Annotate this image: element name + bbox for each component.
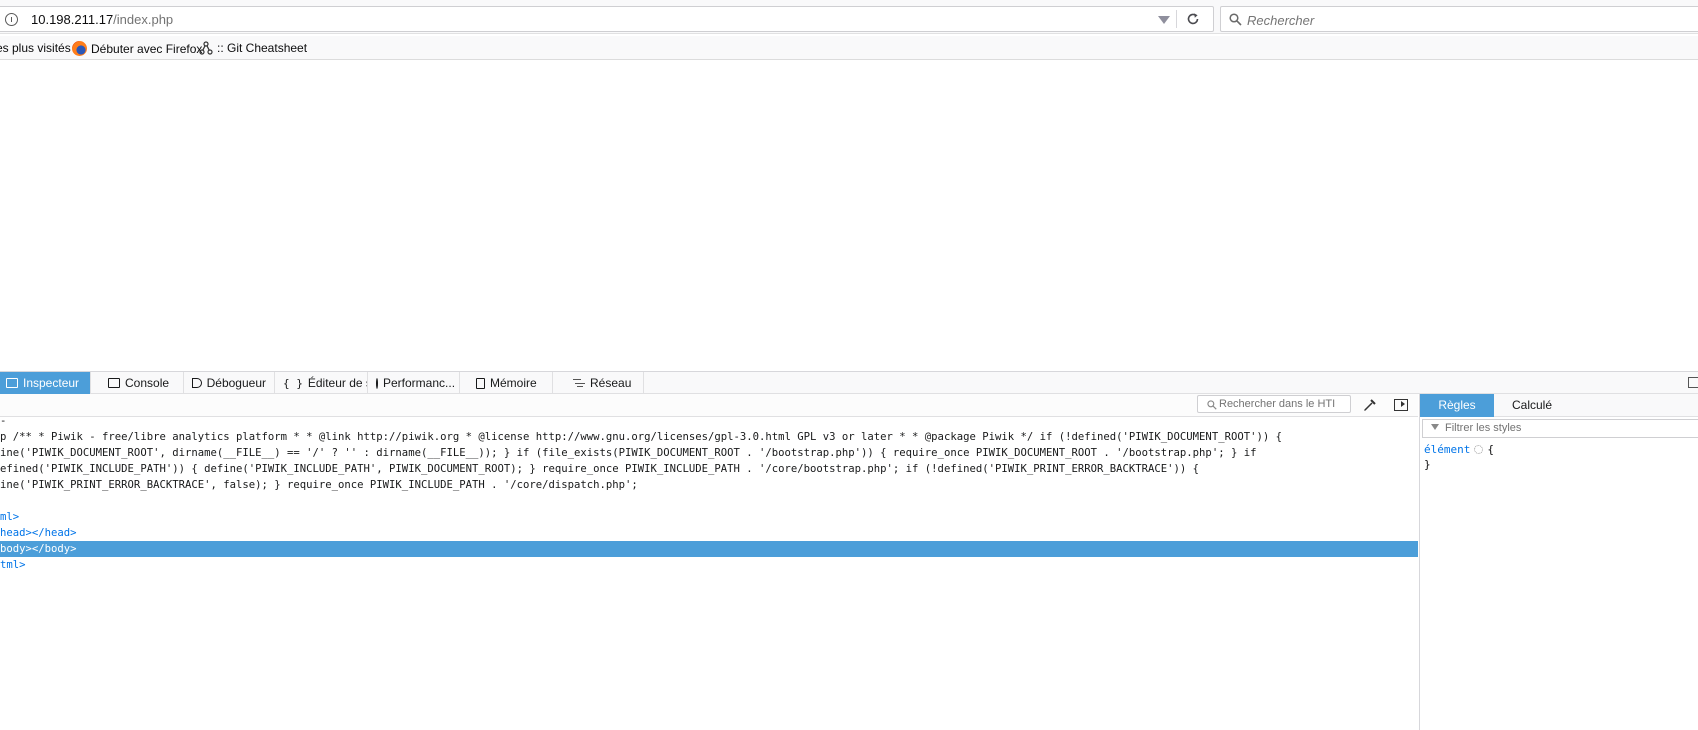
rule-close-brace: } (1424, 458, 1431, 471)
tab-label: Débogueur (206, 376, 266, 390)
tab-inspector[interactable]: Inspecteur (0, 372, 91, 394)
tag-text: body></body> (0, 543, 77, 555)
element-rule: élément { } (1424, 442, 1494, 472)
bookmark-label: es plus visités (0, 41, 71, 55)
url-bar[interactable]: 10.198.211.17/index.php (0, 6, 1214, 32)
markup-line[interactable]: - (0, 417, 6, 429)
page-content (0, 61, 1698, 371)
search-icon (1207, 400, 1217, 410)
markup-node-html-open[interactable]: ml> (0, 509, 19, 525)
devtools-panel: Inspecteur Console Débogueur { } Éditeur… (0, 371, 1698, 730)
filter-placeholder: Filtrer les styles (1445, 422, 1522, 434)
sidebar-tab-bar: Règles Calculé (1420, 394, 1698, 417)
markup-node-head[interactable]: head></head> (0, 525, 77, 541)
url-path: /index.php (113, 12, 174, 27)
network-icon (573, 378, 585, 388)
url-history-dropdown-icon[interactable] (1158, 16, 1170, 24)
tab-memory[interactable]: Mémoire (460, 372, 553, 394)
bookmark-label: Débuter avec Firefox (91, 41, 203, 56)
sidebar-toggle-icon[interactable] (1394, 399, 1408, 411)
devtools-tab-bar: Inspecteur Console Débogueur { } Éditeur… (0, 372, 1698, 394)
bookmark-label: :: Git Cheatsheet (217, 41, 308, 55)
tab-computed[interactable]: Calculé (1494, 394, 1570, 417)
inspector-icon (6, 378, 18, 388)
console-icon (108, 378, 120, 388)
tab-console[interactable]: Console (100, 372, 184, 394)
markup-node-body-selected[interactable]: body></body> (0, 541, 1418, 557)
markup-view: - p /** * Piwik - free/libre analytics p… (0, 417, 1418, 730)
eyedropper-icon[interactable] (1363, 398, 1377, 412)
html-search-input[interactable]: Rechercher dans le HTI (1197, 395, 1351, 413)
performance-icon (376, 377, 378, 389)
bookmark-getting-started[interactable]: Débuter avec Firefox (72, 41, 202, 56)
markup-line[interactable]: p /** * Piwik - free/libre analytics pla… (0, 429, 1282, 445)
markup-toolbar: Rechercher dans le HTI (0, 394, 1418, 417)
markup-node-html-close[interactable]: tml> (0, 557, 26, 573)
info-icon[interactable] (5, 13, 18, 26)
tab-performance[interactable]: Performanc... (368, 372, 460, 394)
gear-icon[interactable] (1474, 445, 1484, 454)
tag-text: tml> (0, 559, 26, 571)
tab-label: Mémoire (490, 376, 537, 390)
rule-selector: élément (1424, 443, 1471, 456)
bookmark-most-visited[interactable]: es plus visités (0, 41, 71, 55)
rule-open-brace: { (1487, 443, 1494, 456)
markup-line[interactable]: efined('PIWIK_INCLUDE_PATH')) { define('… (0, 461, 1199, 477)
debugger-icon (192, 378, 202, 388)
bookmark-git-cheatsheet[interactable]: :: Git Cheatsheet (199, 41, 307, 55)
tab-style-editor[interactable]: { } Éditeur de s... (275, 372, 368, 394)
tab-label: Réseau (590, 376, 632, 390)
tab-rules[interactable]: Règles (1420, 394, 1494, 417)
style-editor-icon: { } (283, 376, 303, 390)
url-separator (1176, 10, 1177, 28)
search-placeholder: Rechercher (1247, 13, 1315, 28)
reload-icon[interactable] (1186, 12, 1200, 26)
url-text[interactable]: 10.198.211.17/index.php (31, 12, 173, 27)
search-bar[interactable]: Rechercher (1220, 6, 1698, 32)
search-icon (1229, 13, 1242, 26)
filter-styles-input[interactable]: Filtrer les styles (1422, 419, 1698, 438)
tag-text: head></head> (0, 527, 77, 539)
navigation-toolbar: 10.198.211.17/index.php Rechercher (0, 0, 1698, 34)
firefox-icon (72, 41, 87, 56)
tag-text: ml> (0, 511, 20, 523)
filter-icon (1431, 424, 1439, 430)
tab-debugger[interactable]: Débogueur (184, 372, 275, 394)
memory-icon (476, 377, 485, 389)
tab-label: Console (125, 376, 170, 390)
dock-options-icon[interactable] (1688, 377, 1698, 388)
markup-line[interactable]: ine('PIWIK_DOCUMENT_ROOT', dirname(__FIL… (0, 445, 1256, 461)
tab-network[interactable]: Réseau (553, 372, 644, 394)
tab-label: Performanc... (383, 376, 456, 390)
tab-label: Éditeur de s... (307, 376, 367, 390)
bookmarks-toolbar: es plus visités Débuter avec Firefox :: … (0, 36, 1698, 60)
markup-line[interactable]: ine('PIWIK_PRINT_ERROR_BACKTRACE', false… (0, 477, 638, 493)
rules-sidebar: Règles Calculé Filtrer les styles élémen… (1419, 394, 1698, 730)
tab-label: Inspecteur (23, 376, 80, 390)
git-icon (199, 41, 213, 55)
html-search-placeholder: Rechercher dans le HTI (1219, 398, 1336, 410)
url-host: 10.198.211.17 (31, 12, 114, 27)
